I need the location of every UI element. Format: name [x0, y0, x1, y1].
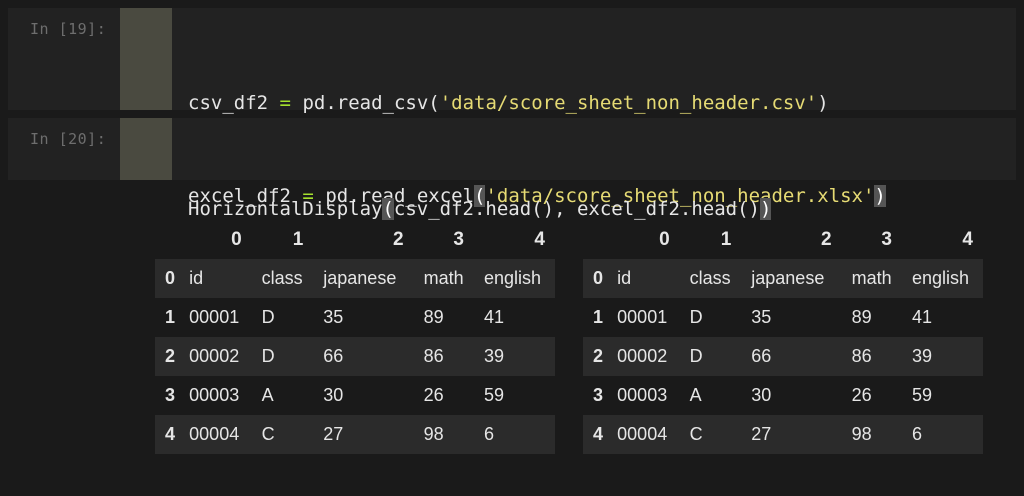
table-cell: 6	[483, 424, 494, 444]
table-cell: 86	[851, 346, 872, 366]
table-row: 0 id class japanese math english	[583, 259, 983, 298]
column-header: 4	[534, 228, 545, 250]
column-header: 1	[720, 228, 732, 250]
table-cell: class	[261, 268, 303, 288]
code-cell-20[interactable]: In [20]: HorizontalDisplay(csv_df2.head(…	[8, 118, 1016, 220]
table-cell: 59	[483, 385, 505, 405]
table-cell: japanese	[751, 268, 825, 288]
table-row: 1 00001 D 35 89 41	[155, 298, 555, 337]
table-cell: 39	[483, 346, 505, 366]
table-row: 0 id class japanese math english	[155, 259, 555, 298]
cell-gutter	[120, 118, 172, 180]
table-cell: 27	[323, 424, 344, 444]
row-index: 2	[593, 346, 604, 366]
table-cell: 98	[423, 424, 444, 444]
table-cell: 00003	[189, 385, 240, 405]
cell-prompt: In [20]:	[30, 130, 107, 148]
column-header	[155, 220, 179, 259]
column-header: 4	[962, 228, 973, 250]
table-cell: D	[689, 346, 703, 366]
table-cell: 00002	[189, 346, 240, 366]
row-index: 1	[165, 307, 176, 327]
table-cell: japanese	[323, 268, 397, 288]
table-cell: math	[851, 268, 892, 288]
table-cell: 66	[323, 346, 344, 366]
table-cell: 00003	[617, 385, 668, 405]
column-header: 1	[292, 228, 304, 250]
column-header: 3	[881, 228, 892, 250]
table-header-row: 0 1 2 3 4	[583, 220, 983, 259]
table-cell: C	[261, 424, 275, 444]
table-row: 4 00004 C 27 98 6	[155, 415, 555, 454]
column-header	[583, 220, 607, 259]
table-cell: 6	[911, 424, 922, 444]
table-row: 3 00003 A 30 26 59	[155, 376, 555, 415]
table-cell: 89	[851, 307, 872, 327]
table-cell: 98	[851, 424, 872, 444]
table-cell: 00001	[617, 307, 668, 327]
table-cell: class	[689, 268, 731, 288]
table-cell: 41	[483, 307, 505, 327]
column-header: 3	[453, 228, 464, 250]
table-row: 3 00003 A 30 26 59	[583, 376, 983, 415]
table-row: 4 00004 C 27 98 6	[583, 415, 983, 454]
row-index: 0	[593, 268, 604, 288]
row-index: 2	[165, 346, 176, 366]
table-cell: 89	[423, 307, 444, 327]
table-cell: id	[617, 268, 632, 288]
table-cell: D	[261, 346, 275, 366]
column-header: 2	[393, 228, 404, 250]
table-cell: 30	[323, 385, 344, 405]
table-cell: 00004	[189, 424, 240, 444]
row-index: 3	[593, 385, 604, 405]
table-cell: 66	[751, 346, 772, 366]
row-index: 3	[165, 385, 176, 405]
table-cell: 41	[911, 307, 933, 327]
table-cell: math	[423, 268, 464, 288]
table-cell: D	[689, 307, 703, 327]
table-cell: 86	[423, 346, 444, 366]
table-header-row: 0 1 2 3 4	[155, 220, 555, 259]
dataframe-excel: 0 1 2 3 4 0 id class japanese math english 1 00001 D 3…	[583, 220, 983, 454]
table-cell: 35	[323, 307, 344, 327]
column-header: 0	[659, 228, 670, 250]
table-cell: A	[261, 385, 274, 405]
dataframe-csv: 0 1 2 3 4 0 id class japanese math english 1 00001 D 3…	[155, 220, 555, 454]
table-cell: id	[189, 268, 204, 288]
table-cell: english	[911, 268, 970, 288]
table-cell: D	[261, 307, 275, 327]
cell-prompt: In [19]:	[30, 20, 107, 38]
table-cell: 00001	[189, 307, 240, 327]
table-cell: 26	[423, 385, 444, 405]
table-cell: 27	[751, 424, 772, 444]
row-index: 0	[165, 268, 176, 288]
row-index: 4	[593, 424, 604, 444]
table-cell: C	[689, 424, 703, 444]
row-index: 4	[165, 424, 176, 444]
table-cell: 35	[751, 307, 772, 327]
code-line-1: csv_df2 = pd.read_csv('data/score_sheet_…	[188, 92, 829, 114]
code-cell-19[interactable]: In [19]: csv_df2 = pd.read_csv('data/sco…	[8, 8, 1016, 207]
table-row: 1 00001 D 35 89 41	[583, 298, 983, 337]
table-row: 2 00002 D 66 86 39	[583, 337, 983, 376]
table-row: 2 00002 D 66 86 39	[155, 337, 555, 376]
column-header: 0	[231, 228, 242, 250]
table-cell: 00004	[617, 424, 668, 444]
table-cell: 30	[751, 385, 772, 405]
table-cell: 59	[911, 385, 933, 405]
table-cell: 39	[911, 346, 933, 366]
row-index: 1	[593, 307, 604, 327]
table-cell: english	[483, 268, 542, 288]
cell-gutter	[120, 8, 172, 110]
table-cell: 26	[851, 385, 872, 405]
table-cell: 00002	[617, 346, 668, 366]
column-header: 2	[821, 228, 832, 250]
table-cell: A	[689, 385, 702, 405]
